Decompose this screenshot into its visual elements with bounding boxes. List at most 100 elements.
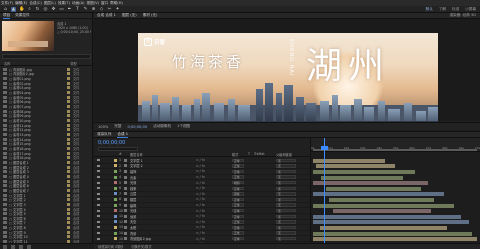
tab-comp-1[interactable]: 合成 1 — [117, 132, 128, 138]
layer-name[interactable]: 远景 — [130, 214, 136, 219]
label-swatch[interactable] — [67, 184, 70, 188]
label-color-swatch[interactable] — [114, 225, 117, 229]
layer-switches[interactable]: ⊙ / fx — [196, 209, 205, 213]
resolution-select[interactable]: 完整 — [114, 124, 121, 129]
label-swatch[interactable] — [67, 72, 70, 76]
column-type[interactable]: 类型 — [70, 61, 76, 66]
layer-name[interactable]: 建筑 — [130, 203, 136, 208]
label-swatch[interactable] — [67, 133, 70, 137]
label-color-swatch[interactable] — [114, 231, 117, 235]
pasteboard[interactable]: B 贝普 竹海茶香 SHANG HAI 湖州 — [94, 19, 480, 127]
new-comp-icon[interactable] — [19, 244, 23, 249]
blend-mode-select[interactable]: 正常 — [232, 197, 244, 201]
visibility-eye-icon[interactable] — [97, 198, 100, 201]
label-swatch[interactable] — [67, 95, 70, 99]
label-swatch[interactable] — [67, 67, 70, 71]
parent-select[interactable]: 无 — [276, 192, 296, 196]
label-swatch[interactable] — [67, 91, 70, 95]
layer-duration-bar[interactable] — [313, 237, 477, 242]
label-swatch[interactable] — [67, 160, 70, 164]
label-color-swatch[interactable] — [114, 175, 117, 179]
label-swatch[interactable] — [67, 137, 70, 141]
label-swatch[interactable] — [67, 81, 70, 85]
clone-icon[interactable]: ⊕ — [91, 7, 96, 12]
parent-select[interactable]: 无 — [276, 158, 296, 162]
tab-layer[interactable]: 图层 (无) — [122, 13, 137, 18]
layer-switches[interactable]: ⊙ / fx — [196, 169, 205, 173]
zoom-icon[interactable]: ⌕ — [27, 7, 32, 12]
layer-duration-bar[interactable] — [316, 164, 395, 169]
pen-icon[interactable]: ✒ — [67, 7, 72, 12]
camera-icon[interactable]: ◎ — [43, 7, 48, 12]
parent-select[interactable]: 无 — [276, 169, 296, 173]
layer-switches[interactable]: ⊙ / fx — [196, 220, 205, 224]
parent-select[interactable]: 无 — [276, 208, 296, 213]
menu-item[interactable]: 文件(F) — [1, 1, 13, 6]
visibility-eye-icon[interactable] — [97, 192, 100, 195]
text-icon[interactable]: T — [75, 7, 80, 12]
camera-select[interactable]: 活动摄像机 — [153, 124, 171, 129]
label-color-swatch[interactable] — [114, 203, 117, 207]
visibility-eye-icon[interactable] — [97, 159, 100, 162]
parent-select[interactable]: 无 — [276, 164, 296, 168]
label-swatch[interactable] — [67, 105, 70, 109]
menu-item[interactable]: 编辑(E) — [15, 1, 27, 6]
pan-behind-icon[interactable]: ✥ — [51, 7, 56, 12]
workspace-option[interactable]: 小屏幕 — [465, 7, 476, 12]
label-swatch[interactable] — [67, 235, 70, 239]
parent-select[interactable]: 无 — [276, 236, 296, 240]
parent-select[interactable]: 无 — [276, 175, 296, 179]
label-swatch[interactable] — [67, 165, 70, 169]
parent-select[interactable]: 无 — [276, 186, 296, 190]
label-color-swatch[interactable] — [114, 164, 117, 168]
layer-duration-bar[interactable] — [313, 214, 461, 219]
label-swatch[interactable] — [67, 212, 70, 216]
layer-duration-bar[interactable] — [332, 209, 432, 214]
visibility-eye-icon[interactable] — [97, 176, 100, 179]
label-color-swatch[interactable] — [114, 186, 117, 190]
layer-name[interactable]: 云层 — [130, 191, 136, 196]
label-color-swatch[interactable] — [114, 220, 117, 224]
tab-project[interactable]: 项目 — [3, 13, 11, 19]
visibility-eye-icon[interactable] — [97, 209, 100, 212]
layer-name[interactable]: 光效 — [130, 180, 136, 185]
label-color-swatch[interactable] — [114, 209, 117, 213]
eraser-icon[interactable]: ◇ — [99, 7, 104, 12]
layer-duration-bar[interactable] — [326, 186, 422, 191]
label-color-swatch[interactable] — [114, 214, 117, 218]
select-icon[interactable]: ▲ — [11, 6, 16, 12]
views-select[interactable]: 1个视图 — [177, 124, 190, 129]
interpret-footage-icon[interactable] — [3, 244, 7, 249]
label-swatch[interactable] — [67, 146, 70, 150]
label-color-swatch[interactable] — [114, 181, 117, 185]
blend-mode-select[interactable]: 正常 — [232, 186, 244, 190]
blend-mode-select[interactable]: 屏幕 — [232, 192, 244, 196]
menu-item[interactable]: 合成(C) — [29, 1, 42, 6]
layer-switches[interactable]: ⊙ / fx — [196, 192, 205, 196]
label-color-swatch[interactable] — [114, 197, 117, 201]
tab-footage[interactable]: 素材 (无) — [143, 13, 158, 18]
timeline-graph[interactable]: 0s 01s 02s 03s 04s 05s 06s 07s 08s 09s 10s — [310, 138, 480, 249]
blend-mode-select[interactable]: 正常 — [232, 158, 244, 162]
layer-switches[interactable]: ⊙ / fx — [196, 214, 205, 218]
label-swatch[interactable] — [67, 230, 70, 234]
label-swatch[interactable] — [67, 226, 70, 230]
viewer-timecode[interactable]: 0;00;00;00 — [127, 125, 147, 129]
parent-select[interactable]: 无 — [276, 180, 296, 185]
timeline-search-input[interactable] — [98, 147, 138, 151]
layer-name[interactable]: 太阳 — [130, 225, 136, 230]
menu-item[interactable]: 效果(T) — [58, 1, 70, 6]
label-swatch[interactable] — [67, 221, 70, 225]
brush-icon[interactable]: ✎ — [83, 7, 88, 12]
visibility-eye-icon[interactable] — [97, 232, 100, 235]
blend-mode-select[interactable]: 正常 — [232, 214, 244, 218]
label-swatch[interactable] — [67, 151, 70, 155]
layer-duration-bar[interactable] — [313, 231, 473, 236]
visibility-eye-icon[interactable] — [97, 170, 100, 173]
menu-item[interactable]: 图层(L) — [44, 1, 56, 6]
label-color-swatch[interactable] — [114, 192, 117, 196]
puppet-icon[interactable]: ✦ — [115, 7, 120, 12]
blend-mode-select[interactable]: 正常 — [232, 225, 244, 229]
label-swatch[interactable] — [67, 193, 70, 197]
workspace-option[interactable]: 标准 — [452, 7, 459, 12]
